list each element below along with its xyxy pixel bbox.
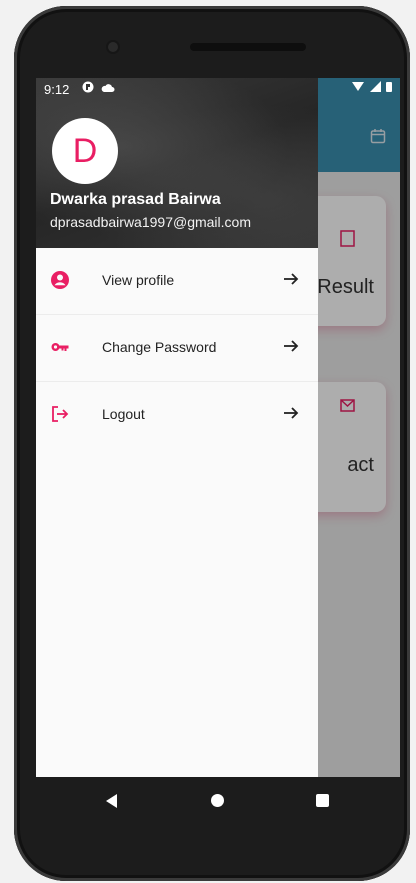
arrow-right-icon <box>282 337 300 355</box>
menu-item-label: Logout <box>102 406 145 422</box>
arrow-right-icon <box>282 270 300 288</box>
logout-icon <box>50 404 70 424</box>
menu-item-view-profile[interactable]: View profile <box>36 248 318 315</box>
front-camera <box>108 42 118 52</box>
menu-item-label: Change Password <box>102 339 217 355</box>
menu-item-logout[interactable]: Logout <box>36 382 318 448</box>
cloud-icon <box>102 84 115 92</box>
home-icon[interactable] <box>211 794 224 807</box>
key-icon <box>50 337 70 357</box>
recent-apps-icon[interactable] <box>316 794 329 807</box>
back-icon[interactable] <box>106 794 117 808</box>
avatar[interactable]: D <box>52 118 118 184</box>
notification-icons <box>82 81 115 96</box>
drawer-menu: View profile Change Password Logout <box>36 248 318 448</box>
account-circle-icon <box>50 270 70 290</box>
earpiece-speaker <box>190 43 306 51</box>
app-notification-icon <box>82 81 94 93</box>
battery-icon <box>386 82 392 92</box>
system-icons <box>352 81 392 95</box>
system-nav-bar <box>36 777 400 825</box>
wifi-icon <box>352 82 365 91</box>
menu-item-change-password[interactable]: Change Password <box>36 315 318 382</box>
drawer-header: D Dwarka prasad Bairwa dprasadbairwa1997… <box>36 78 318 248</box>
navigation-drawer: D Dwarka prasad Bairwa dprasadbairwa1997… <box>36 78 318 777</box>
signal-icon <box>369 81 381 92</box>
status-bar: 9:12 <box>36 78 400 102</box>
menu-item-label: View profile <box>102 272 175 288</box>
user-email: dprasadbairwa1997@gmail.com <box>50 214 251 230</box>
arrow-right-icon <box>282 404 300 422</box>
status-time: 9:12 <box>44 82 70 97</box>
screen: Result act D Dwarka prasad Bairwa dprasa… <box>36 78 400 777</box>
user-name: Dwarka prasad Bairwa <box>50 191 221 208</box>
